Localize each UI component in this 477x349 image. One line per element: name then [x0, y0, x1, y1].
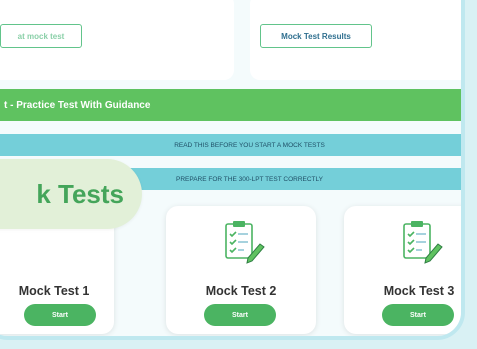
mock-test-card: Mock Test 3 Start — [344, 206, 461, 334]
mock-test-card: Mock Test 2 Start — [166, 206, 316, 334]
card-title: Mock Test 2 — [205, 284, 277, 298]
page-frame: at mock test Mock Test Results t - Pract… — [0, 0, 465, 340]
start-button[interactable]: Start — [382, 304, 454, 326]
notice-label: READ THIS BEFORE YOU START A MOCK TESTS — [174, 141, 325, 149]
notice-read-before-start[interactable]: READ THIS BEFORE YOU START A MOCK TESTS — [0, 134, 461, 156]
mock-tests-label-pill: k Tests — [0, 159, 142, 229]
card-title: Mock Test 1 — [18, 284, 90, 298]
mock-tests-label: k Tests — [36, 178, 124, 209]
start-mock-test-button[interactable]: at mock test — [0, 24, 82, 48]
checklist-pencil-icon — [225, 221, 265, 264]
start-button[interactable]: Start — [204, 304, 276, 326]
checklist-pencil-icon — [403, 221, 443, 264]
section-title: t - Practice Test With Guidance — [4, 99, 151, 111]
card-title: Mock Test 3 — [383, 284, 455, 298]
start-button[interactable]: Start — [24, 304, 96, 326]
section-title-bar: t - Practice Test With Guidance — [0, 89, 461, 121]
mock-test-results-button[interactable]: Mock Test Results — [260, 24, 372, 48]
notice-label: PREPARE FOR THE 300-LPT TEST CORRECTLY — [175, 175, 323, 183]
